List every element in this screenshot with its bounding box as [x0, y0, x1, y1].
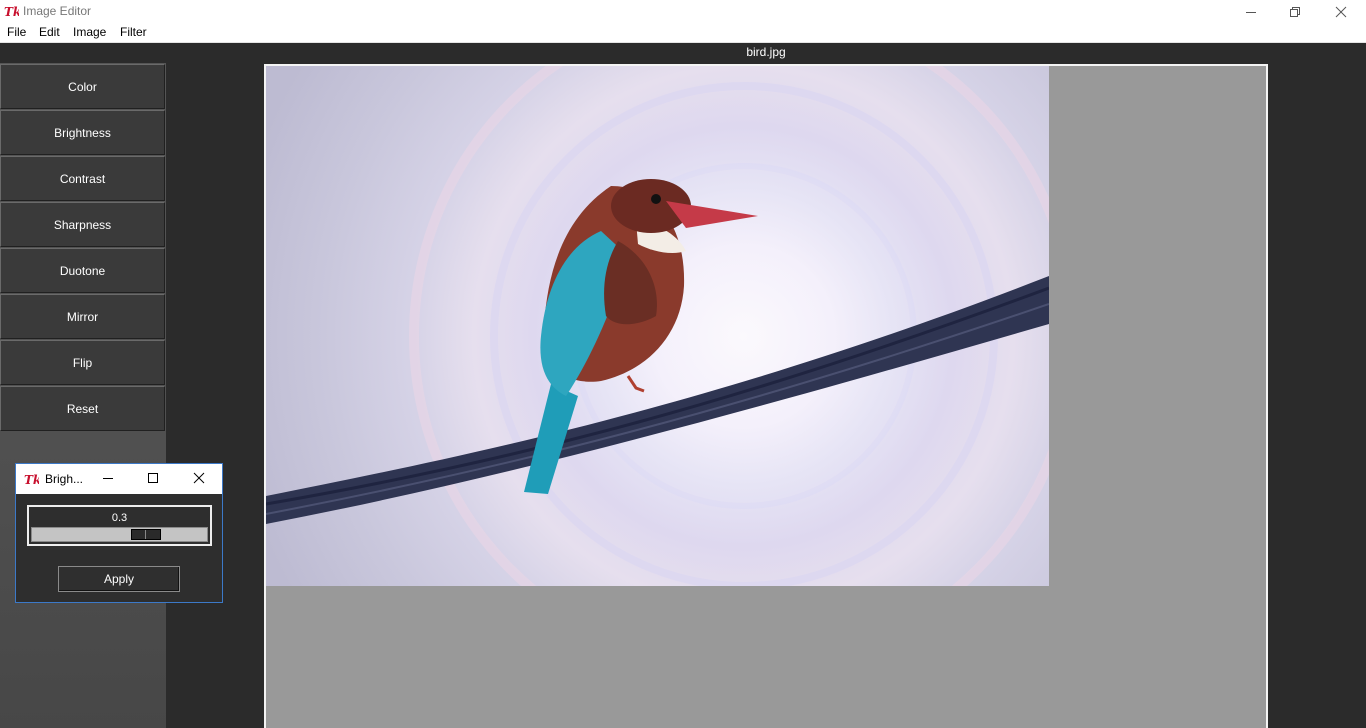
minimize-icon — [102, 472, 114, 487]
brightness-dialog: Tk Brigh... 0.3 Apply — [15, 463, 223, 603]
minimize-button[interactable] — [1228, 0, 1274, 23]
brightness-button[interactable]: Brightness — [0, 110, 165, 155]
bird-photo — [266, 66, 1049, 586]
flip-button[interactable]: Flip — [0, 340, 165, 385]
restore-button[interactable] — [1272, 0, 1318, 23]
dialog-titlebar: Tk Brigh... — [16, 464, 222, 494]
dialog-close-button[interactable] — [189, 469, 209, 489]
window-title: Image Editor — [23, 4, 92, 18]
menu-file[interactable]: File — [7, 25, 26, 39]
duotone-button[interactable]: Duotone — [0, 248, 165, 293]
mirror-button[interactable]: Mirror — [0, 294, 165, 339]
window-titlebar: Tk Image Editor — [0, 0, 1366, 23]
close-icon — [193, 472, 205, 487]
tool-sidebar: Color Brightness Contrast Sharpness Duot… — [0, 43, 166, 728]
menu-edit[interactable]: Edit — [39, 25, 60, 39]
image-canvas[interactable] — [264, 64, 1268, 728]
scale-slider-handle[interactable] — [131, 529, 161, 540]
menu-filter[interactable]: Filter — [120, 25, 147, 39]
scale-trough[interactable] — [31, 527, 208, 542]
contrast-button[interactable]: Contrast — [0, 156, 165, 201]
scale-value: 0.3 — [111, 512, 128, 524]
canvas-filename: bird.jpg — [746, 45, 786, 59]
close-icon — [1335, 6, 1347, 18]
close-button[interactable] — [1318, 0, 1364, 23]
apply-button[interactable]: Apply — [58, 566, 180, 592]
tk-feather-icon: Tk — [4, 4, 21, 19]
brightness-scale[interactable]: 0.3 — [27, 505, 212, 546]
dialog-minimize-button[interactable] — [98, 469, 118, 489]
minimize-icon — [1245, 6, 1257, 18]
svg-text:Tk: Tk — [4, 5, 19, 18]
reset-button[interactable]: Reset — [0, 386, 165, 431]
menu-bar: File Edit Image Filter — [0, 23, 1366, 43]
maximize-icon — [147, 472, 159, 487]
tk-feather-icon: Tk — [24, 472, 41, 487]
sharpness-button[interactable]: Sharpness — [0, 202, 165, 247]
color-button[interactable]: Color — [0, 64, 165, 109]
dialog-maximize-button[interactable] — [143, 469, 163, 489]
svg-text:Tk: Tk — [24, 473, 39, 486]
restore-icon — [1289, 6, 1301, 18]
menu-image[interactable]: Image — [73, 25, 106, 39]
dialog-title: Brigh... — [45, 472, 84, 486]
